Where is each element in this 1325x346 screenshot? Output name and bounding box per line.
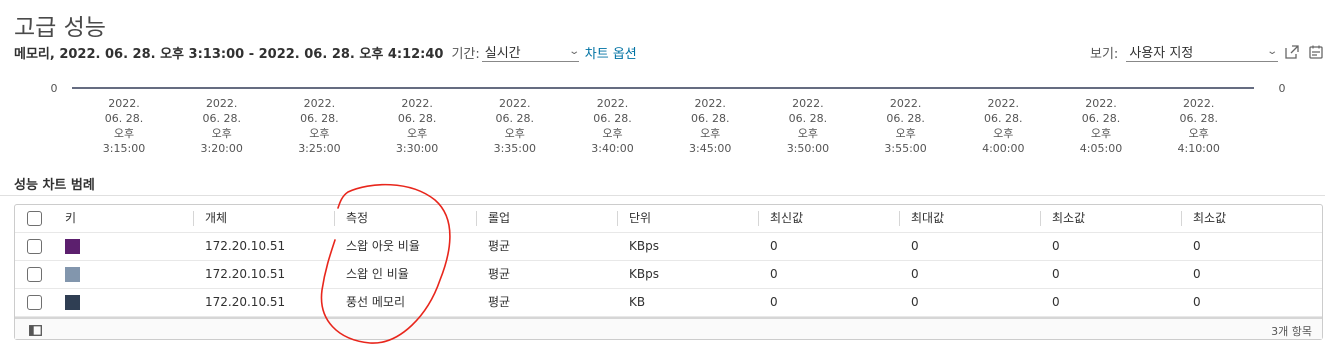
x-axis-tick-label: 2022. 06. 28. 오후 3:20:00 [200,97,242,155]
performance-chart: 0 0 2022. 06. 28. 오후 3:15:002022. 06. 28. 오후 3… [51,82,1286,155]
cell-rollup: 평균 [488,295,511,309]
legend-title: 성능 차트 범례 [14,178,95,193]
cell-min: 0 [1052,239,1060,253]
column-resize-handle[interactable] [476,211,477,226]
time-range-bar: 메모리, 2022. 06. 28. 오후 3:13:00 - 2022. 06… [14,42,637,62]
cell-latest: 0 [770,267,778,281]
column-resize-handle[interactable] [758,211,759,226]
period-select-value: 실시간 [484,46,521,61]
x-axis-tick-label: 2022. 06. 28. 오후 3:50:00 [787,97,829,155]
cell-latest: 0 [770,295,778,309]
grid-footer: 3개 항목 [15,317,1322,339]
series-color-swatch [65,239,80,254]
x-axis-tick-label: 2022. 06. 28. 오후 3:25:00 [298,97,340,155]
x-axis-ticks: 2022. 06. 28. 오후 3:15:00 2022. 06. 28. 오후 3:20:… [103,97,1220,155]
cell-unit: KBps [629,267,659,281]
chevron-down-icon: ⌄ [568,46,581,57]
period-label: 기간: [451,46,480,62]
cell-max: 0 [911,239,919,253]
column-header-min-2[interactable]: 최소값 [1193,205,1226,232]
view-selector: 보기: 사용자 지정 ⌄ [1090,42,1279,62]
column-header-unit[interactable]: 단위 [629,205,651,232]
cell-max: 0 [911,267,919,281]
red-circle-annotation [320,183,451,344]
x-axis-tick-label: 2022. 06. 28. 오후 4:10:00 [1177,97,1219,155]
time-range-text: 메모리, 2022. 06. 28. 오후 3:13:00 - 2022. 06… [14,46,444,62]
x-axis-tick-label: 2022. 06. 28. 오후 4:05:00 [1080,97,1122,155]
y-axis-right-tick: 0 [1279,82,1286,95]
cell-min: 0 [1052,267,1060,281]
cell-unit: KB [629,295,646,309]
table-row: 172.20.10.51 스왑 인 비율 평균 KBps 0 0 0 0 [15,261,1322,289]
select-all-checkbox[interactable] [27,211,42,226]
item-count: 3개 항목 [1271,325,1312,338]
column-header-key[interactable]: 키 [65,205,76,232]
column-toggle-icon[interactable] [29,325,42,336]
cell-max: 0 [911,295,919,309]
cell-unit: KBps [629,239,659,253]
x-axis-tick-label: 2022. 06. 28. 오후 3:45:00 [689,97,731,155]
column-header-rollup[interactable]: 롤업 [488,205,510,232]
x-axis-tick-label: 2022. 06. 28. 오후 3:30:00 [396,97,438,155]
column-resize-handle[interactable] [1181,211,1182,226]
cell-min-2: 0 [1193,267,1201,281]
grid-header: 키 개체 측정 롤업 단위 최신값 최대값 최소값 최소값 [15,205,1322,233]
cell-rollup: 평균 [488,239,511,253]
x-axis-tick-label: 2022. 06. 28. 오후 3:35:00 [494,97,536,155]
view-label: 보기: [1090,46,1119,62]
period-select[interactable]: 실시간 ⌄ [481,43,581,62]
column-header-max[interactable]: 최대값 [911,205,944,232]
row-checkbox[interactable] [27,239,42,254]
column-resize-handle[interactable] [193,211,194,226]
cell-min-2: 0 [1193,295,1201,309]
series-color-swatch [65,267,80,282]
view-select-value: 사용자 지정 [1129,46,1194,61]
column-resize-handle[interactable] [899,211,900,226]
x-axis-tick-label: 2022. 06. 28. 오후 3:55:00 [884,97,926,155]
cell-rollup: 평균 [488,267,511,281]
row-checkbox[interactable] [27,295,42,310]
table-row: 172.20.10.51 스왑 아웃 비율 평균 KBps 0 0 0 0 [15,233,1322,261]
x-axis-tick-label: 2022. 06. 28. 오후 3:40:00 [591,97,633,155]
column-resize-handle[interactable] [1040,211,1041,226]
column-header-object[interactable]: 개체 [205,205,227,232]
cell-min: 0 [1052,295,1060,309]
x-axis-tick-label: 2022. 06. 28. 오후 3:15:00 [103,97,145,155]
cell-object: 172.20.10.51 [205,267,286,281]
view-select[interactable]: 사용자 지정 ⌄ [1126,43,1279,62]
export-icon[interactable] [1308,44,1324,60]
chevron-down-icon: ⌄ [1266,46,1278,57]
legend-grid: 키 개체 측정 롤업 단위 최신값 최대값 최소값 최소값 172.20.10.… [14,204,1323,340]
row-checkbox[interactable] [27,267,42,282]
series-color-swatch [65,295,80,310]
table-row: 172.20.10.51 풍선 메모리 평균 KB 0 0 0 0 [15,289,1322,317]
cell-min-2: 0 [1193,239,1201,253]
page-title: 고급 성능 [14,15,106,41]
cell-object: 172.20.10.51 [205,239,286,253]
chart-options-link[interactable]: 차트 옵션 [585,43,637,62]
y-axis-left-tick: 0 [51,82,58,95]
column-header-min[interactable]: 최소값 [1052,205,1085,232]
popout-icon[interactable] [1284,44,1300,60]
column-resize-handle[interactable] [617,211,618,226]
cell-latest: 0 [770,239,778,253]
column-header-latest[interactable]: 최신값 [770,205,803,232]
cell-object: 172.20.10.51 [205,295,286,309]
divider [0,195,1325,196]
x-axis-tick-label: 2022. 06. 28. 오후 4:00:00 [982,97,1024,155]
